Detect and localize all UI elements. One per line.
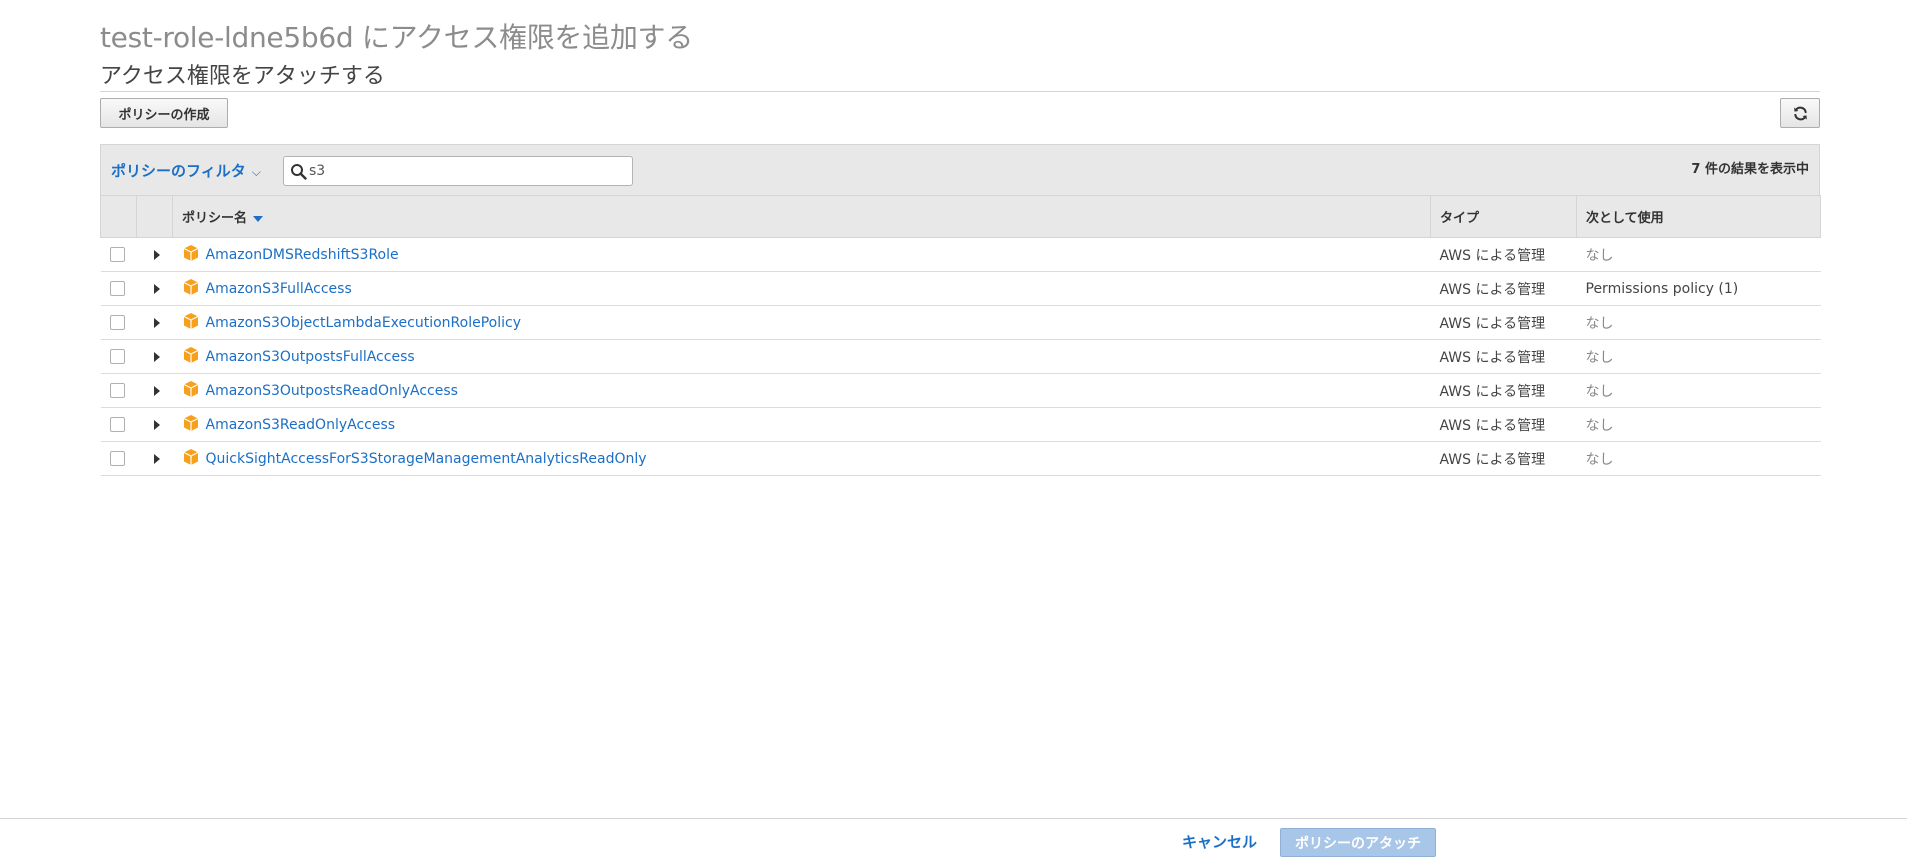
table-row: AmazonS3ReadOnlyAccess AWS による管理 なし <box>100 407 1821 442</box>
expand-row-icon[interactable] <box>153 249 160 260</box>
expand-row-icon[interactable] <box>153 283 160 294</box>
policy-used-as: なし <box>1576 237 1821 272</box>
policy-filter-dropdown[interactable]: ポリシーのフィルタ ⌵ <box>111 160 261 181</box>
table-row: AmazonS3ObjectLambdaExecutionRolePolicy … <box>100 305 1821 340</box>
policy-name-link[interactable]: AmazonS3OutpostsReadOnlyAccess <box>206 383 458 399</box>
title-divider <box>100 91 1820 92</box>
expand-row-icon[interactable] <box>153 419 160 430</box>
policy-used-as: なし <box>1576 305 1821 340</box>
table-row: AmazonS3OutpostsFullAccess AWS による管理 なし <box>100 339 1821 374</box>
policy-cube-icon <box>183 278 198 295</box>
policy-cube-icon <box>183 380 198 397</box>
policy-cube-icon <box>183 414 198 431</box>
policy-type: AWS による管理 <box>1430 441 1577 476</box>
table-row: AmazonDMSRedshiftS3Role AWS による管理 なし <box>100 237 1821 272</box>
policy-used-as: Permissions policy (1) <box>1576 271 1821 306</box>
page-subtitle: アクセス権限をアタッチする <box>100 64 385 89</box>
policy-table: ポリシー名 タイプ 次として使用 AmazonDMSRedshiftS3Role… <box>100 195 1821 476</box>
expand-header <box>136 195 173 238</box>
search-icon <box>291 164 307 180</box>
policy-cube-icon <box>183 448 198 465</box>
policy-type: AWS による管理 <box>1430 339 1577 374</box>
table-row: AmazonS3FullAccess AWS による管理 Permissions… <box>100 271 1821 306</box>
policy-cube-icon <box>183 312 198 329</box>
chevron-down-icon: ⌵ <box>251 165 261 179</box>
cancel-button[interactable]: キャンセル <box>1182 831 1257 852</box>
policy-name-link[interactable]: AmazonS3ReadOnlyAccess <box>206 417 396 433</box>
expand-row-icon[interactable] <box>153 385 160 396</box>
table-row: QuickSightAccessForS3StorageManagementAn… <box>100 441 1821 476</box>
select-all-header <box>100 195 137 238</box>
policy-filter-label: ポリシーのフィルタ <box>111 162 246 180</box>
policy-used-as: なし <box>1576 441 1821 476</box>
column-header-policy-name[interactable]: ポリシー名 <box>172 195 1431 238</box>
policy-cube-icon <box>183 346 198 363</box>
filter-bar: ポリシーのフィルタ ⌵ 7 件の結果を表示中 <box>100 144 1820 195</box>
expand-row-icon[interactable] <box>153 351 160 362</box>
search-box[interactable] <box>283 156 633 186</box>
table-row: AmazonS3OutpostsReadOnlyAccess AWS による管理… <box>100 373 1821 408</box>
policy-used-as: なし <box>1576 407 1821 442</box>
row-checkbox[interactable] <box>109 315 125 330</box>
policy-type: AWS による管理 <box>1430 271 1577 306</box>
attach-policy-button[interactable]: ポリシーのアタッチ <box>1280 828 1436 857</box>
row-checkbox[interactable] <box>109 281 125 296</box>
policy-type: AWS による管理 <box>1430 373 1577 408</box>
expand-row-icon[interactable] <box>153 453 160 464</box>
column-header-used-as[interactable]: 次として使用 <box>1576 195 1821 238</box>
policy-type: AWS による管理 <box>1430 305 1577 340</box>
refresh-icon <box>1793 106 1807 120</box>
row-checkbox[interactable] <box>109 247 125 262</box>
policy-name-link[interactable]: AmazonS3ObjectLambdaExecutionRolePolicy <box>206 315 521 331</box>
result-count: 7 件の結果を表示中 <box>1691 162 1809 177</box>
search-input[interactable] <box>309 161 619 181</box>
policy-name-link[interactable]: QuickSightAccessForS3StorageManagementAn… <box>206 451 647 467</box>
row-checkbox[interactable] <box>109 349 125 364</box>
expand-row-icon[interactable] <box>153 317 160 328</box>
row-checkbox[interactable] <box>109 417 125 432</box>
sort-desc-icon <box>253 215 264 222</box>
policy-type: AWS による管理 <box>1430 407 1577 442</box>
table-header-row: ポリシー名 タイプ 次として使用 <box>100 195 1821 238</box>
policy-name-link[interactable]: AmazonDMSRedshiftS3Role <box>206 247 399 263</box>
footer-divider <box>0 818 1907 819</box>
create-policy-button[interactable]: ポリシーの作成 <box>100 98 228 128</box>
policy-cube-icon <box>183 244 198 261</box>
policy-used-as: なし <box>1576 339 1821 374</box>
policy-name-link[interactable]: AmazonS3OutpostsFullAccess <box>206 349 415 365</box>
policy-type: AWS による管理 <box>1430 237 1577 272</box>
row-checkbox[interactable] <box>109 383 125 398</box>
policy-name-link[interactable]: AmazonS3FullAccess <box>206 281 352 297</box>
column-header-type[interactable]: タイプ <box>1430 195 1577 238</box>
page-title: test-role-ldne5b6d にアクセス権限を追加する <box>100 21 693 54</box>
row-checkbox[interactable] <box>109 451 125 466</box>
column-label: ポリシー名 <box>182 211 248 226</box>
refresh-button[interactable] <box>1780 98 1820 128</box>
policy-used-as: なし <box>1576 373 1821 408</box>
